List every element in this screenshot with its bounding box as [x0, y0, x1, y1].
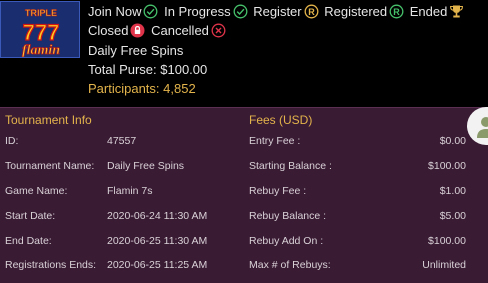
tournament-header: TRIPLE 777 flamin Join Now In Progress R…: [0, 0, 488, 105]
fees-value-rebuy-balance: $5.00: [439, 210, 466, 222]
tournament-title: Daily Free Spins: [88, 43, 184, 58]
legend-ended: Ended: [410, 2, 465, 21]
legend-cancelled: Cancelled: [151, 21, 226, 40]
legend-label: Cancelled: [151, 23, 209, 38]
lock-icon: [130, 23, 145, 38]
fees-label-starting-balance: Starting Balance :: [249, 160, 332, 172]
logo-text-flamin: flamin: [22, 43, 60, 58]
info-label-registrations-ends: Registrations Ends:: [5, 259, 97, 271]
panel-divider: [0, 107, 488, 108]
fees-label-rebuy-balance: Rebuy Balance :: [249, 210, 327, 222]
fees-label-rebuy-fee: Rebuy Fee :: [249, 185, 307, 197]
fees-value-entry-fee: $0.00: [439, 135, 466, 147]
legend-register: Register R: [253, 2, 319, 21]
info-label-end-date: End Date:: [5, 235, 52, 247]
logo-text-triple: TRIPLE: [25, 8, 57, 18]
trophy-icon: [449, 4, 464, 19]
fees-label-entry-fee: Entry Fee :: [249, 135, 301, 147]
game-logo: TRIPLE 777 flamin: [0, 1, 80, 58]
legend-label: Join Now: [88, 4, 142, 19]
fees-value-max-rebuys: Unlimited: [422, 259, 466, 271]
check-circle-icon: [233, 4, 248, 19]
participants-count: Participants: 4,852: [88, 81, 196, 96]
logo-text-777: 777: [23, 20, 60, 45]
svg-text:R: R: [308, 7, 315, 17]
r-circle-icon: R: [304, 4, 319, 19]
fees-label-rebuy-add-on: Rebuy Add On :: [249, 235, 324, 247]
legend-label: In Progress: [164, 4, 231, 19]
legend-label: Register: [253, 4, 302, 19]
tournament-info-heading: Tournament Info: [5, 113, 92, 127]
legend-registered: Registered R: [324, 2, 404, 21]
info-label-start-date: Start Date:: [5, 210, 56, 222]
fees-heading: Fees (USD): [249, 113, 313, 127]
r-circle-icon: R: [389, 4, 404, 19]
tournament-summary: Daily Free Spins Total Purse: $100.00 Pa…: [88, 41, 207, 98]
info-value-start-date: 2020-06-24 11:30 AM: [107, 210, 208, 222]
details-panel: Tournament Info Fees (USD) ID: 47557 Tou…: [0, 107, 488, 283]
info-value-id: 47557: [107, 135, 137, 147]
info-label-game-name: Game Name:: [5, 185, 68, 197]
legend-label: Registered: [324, 4, 388, 19]
legend-label: Closed: [88, 23, 129, 38]
legend-join-now: Join Now: [88, 2, 158, 21]
fees-value-starting-balance: $100.00: [428, 160, 466, 172]
fees-value-rebuy-add-on: $100.00: [428, 235, 466, 247]
legend-label: Ended: [409, 4, 448, 19]
info-value-game-name: Flamin 7s: [107, 185, 153, 197]
legend-in-progress: In Progress: [164, 2, 248, 21]
legend-closed: Closed: [88, 21, 145, 40]
svg-text:R: R: [393, 7, 400, 17]
check-circle-icon: [143, 4, 158, 19]
fees-label-max-rebuys: Max # of Rebuys:: [249, 259, 331, 271]
x-circle-icon: [211, 23, 226, 38]
status-legend: Join Now In Progress Register R Register…: [88, 2, 488, 40]
info-value-registrations-ends: 2020-06-25 11:25 AM: [107, 259, 208, 271]
fees-value-rebuy-fee: $1.00: [439, 185, 466, 197]
info-label-tournament-name: Tournament Name:: [5, 160, 95, 172]
total-purse: Total Purse: $100.00: [88, 62, 208, 77]
info-label-id: ID:: [5, 135, 19, 147]
info-value-tournament-name: Daily Free Spins: [107, 160, 185, 172]
info-value-end-date: 2020-06-25 11:30 AM: [107, 235, 208, 247]
